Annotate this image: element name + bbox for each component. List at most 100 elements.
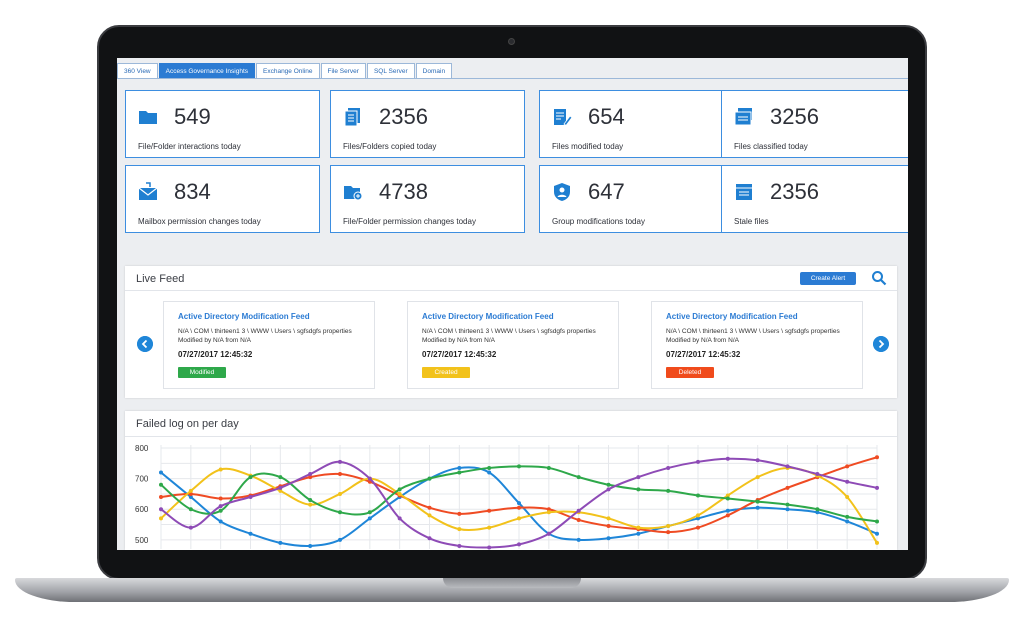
stat-label: Files modified today (552, 142, 624, 151)
series-point-0 (636, 531, 641, 536)
stat-card-stale-files[interactable]: 2356 Stale files (721, 165, 908, 233)
series-point-1 (576, 517, 581, 522)
search-icon[interactable] (871, 270, 887, 286)
feed-card-datetime: 07/27/2017 12:45:32 (422, 350, 497, 359)
series-point-4 (457, 543, 462, 548)
series-point-4 (815, 472, 820, 477)
series-point-4 (725, 456, 730, 461)
series-point-4 (367, 476, 372, 481)
series-point-1 (487, 508, 492, 513)
stats-grid: 549 File/Folder interactions today 2356 … (125, 90, 908, 236)
series-point-4 (248, 495, 253, 499)
chart-title: Failed log on per day (136, 418, 239, 430)
series-point-3 (875, 519, 879, 524)
feed-card-text: N/A \ COM \ thirteen1 3 \ WWW \ Users \ … (178, 328, 352, 344)
tab-360-view[interactable]: 360 View (117, 63, 158, 79)
stat-card-files-classified[interactable]: 3256 Files classified today (721, 90, 908, 158)
series-point-0 (875, 531, 879, 536)
stat-value: 647 (588, 179, 625, 204)
series-point-2 (427, 513, 432, 518)
tab-file-server[interactable]: File Server (320, 63, 366, 79)
classified-files-icon (734, 108, 752, 126)
series-point-0 (159, 470, 163, 475)
folder-permission-icon (344, 186, 363, 201)
feed-card-title[interactable]: Active Directory Modification Feed (422, 312, 554, 321)
series-point-1 (457, 511, 462, 516)
series-point-4 (338, 459, 342, 464)
series-point-2 (636, 525, 641, 530)
series-point-3 (606, 482, 611, 487)
stat-card-files-copied[interactable]: 2356 Files/Folders copied today (330, 90, 525, 158)
feed-card-title[interactable]: Active Directory Modification Feed (666, 312, 798, 321)
feed-card[interactable]: Active Directory Modification Feed N/A \… (407, 301, 619, 389)
series-point-3 (367, 510, 372, 515)
folder-icon (139, 111, 157, 124)
series-point-2 (666, 524, 671, 529)
y-tick-label: 700 (135, 475, 149, 484)
status-badge-modified: Modified (178, 367, 226, 378)
series-point-0 (517, 501, 521, 506)
tab-bar: 360 View Access Governance Insights Exch… (117, 63, 453, 79)
series-point-3 (815, 507, 820, 512)
series-point-0 (367, 516, 372, 521)
series-point-3 (845, 514, 850, 519)
feed-card-title[interactable]: Active Directory Modification Feed (178, 312, 310, 321)
feed-card[interactable]: Active Directory Modification Feed N/A \… (163, 301, 375, 389)
series-point-3 (338, 510, 342, 515)
chevron-left-icon[interactable] (137, 336, 153, 352)
series-point-4 (785, 464, 790, 469)
series-point-0 (248, 531, 253, 536)
series-point-2 (696, 513, 700, 518)
stat-value: 2356 (770, 179, 819, 204)
series-point-2 (517, 516, 521, 521)
y-tick-label: 500 (135, 536, 149, 545)
series-point-2 (397, 491, 402, 496)
stat-card-folder-permission-changes[interactable]: 4738 File/Folder permission changes toda… (330, 165, 525, 233)
create-alert-button[interactable]: Create Alert (800, 272, 856, 285)
series-point-1 (845, 464, 850, 469)
series-point-0 (576, 537, 581, 542)
series-point-2 (218, 467, 223, 472)
failed-logon-line-chart: 500 600 700 800 (135, 444, 879, 550)
stat-card-group-modifications[interactable]: 647 Group modifications today (539, 165, 734, 233)
series-point-1 (427, 505, 432, 510)
stat-label: Stale files (734, 217, 769, 226)
feed-divider (125, 290, 897, 291)
stat-value: 4738 (379, 179, 428, 204)
tab-access-governance-insights[interactable]: Access Governance Insights (158, 63, 255, 79)
tab-exchange-online[interactable]: Exchange Online (256, 63, 320, 79)
series-point-1 (696, 525, 700, 530)
series-point-2 (457, 527, 462, 532)
series-point-3 (457, 470, 462, 475)
tab-underline (117, 78, 908, 79)
series-point-0 (785, 507, 790, 512)
tab-sql-server[interactable]: SQL Server (366, 63, 415, 79)
series-point-3 (517, 464, 521, 469)
feed-card-text: N/A \ COM \ thirteen1 3 \ WWW \ Users \ … (666, 328, 840, 344)
series-point-4 (188, 525, 193, 530)
chevron-right-icon[interactable] (873, 336, 889, 352)
series-point-2 (159, 516, 163, 521)
feed-card[interactable]: Active Directory Modification Feed N/A \… (651, 301, 863, 389)
series-point-4 (218, 504, 223, 509)
series-point-1 (875, 455, 879, 460)
series-point-1 (218, 496, 223, 501)
stat-label: Files classified today (734, 142, 808, 151)
series-point-0 (755, 505, 760, 510)
stat-card-mailbox-permission-changes[interactable]: 834 Mailbox permission changes today (125, 165, 320, 233)
series-point-0 (487, 470, 492, 475)
series-point-3 (487, 465, 492, 470)
stat-label: File/Folder permission changes today (343, 217, 476, 226)
series-point-3 (308, 498, 313, 503)
stat-value: 654 (588, 104, 625, 129)
tab-domain[interactable]: Domain (415, 63, 453, 79)
series-point-2 (338, 491, 342, 496)
chart-divider (125, 436, 897, 437)
stat-card-file-folder-interactions[interactable]: 549 File/Folder interactions today (125, 90, 320, 158)
stat-card-files-modified[interactable]: 654 Files modified today (539, 90, 734, 158)
group-icon (554, 183, 570, 201)
series-point-4 (666, 465, 671, 470)
series-point-4 (845, 479, 850, 484)
series-point-4 (308, 472, 313, 477)
status-badge-deleted: Deleted (666, 367, 714, 378)
